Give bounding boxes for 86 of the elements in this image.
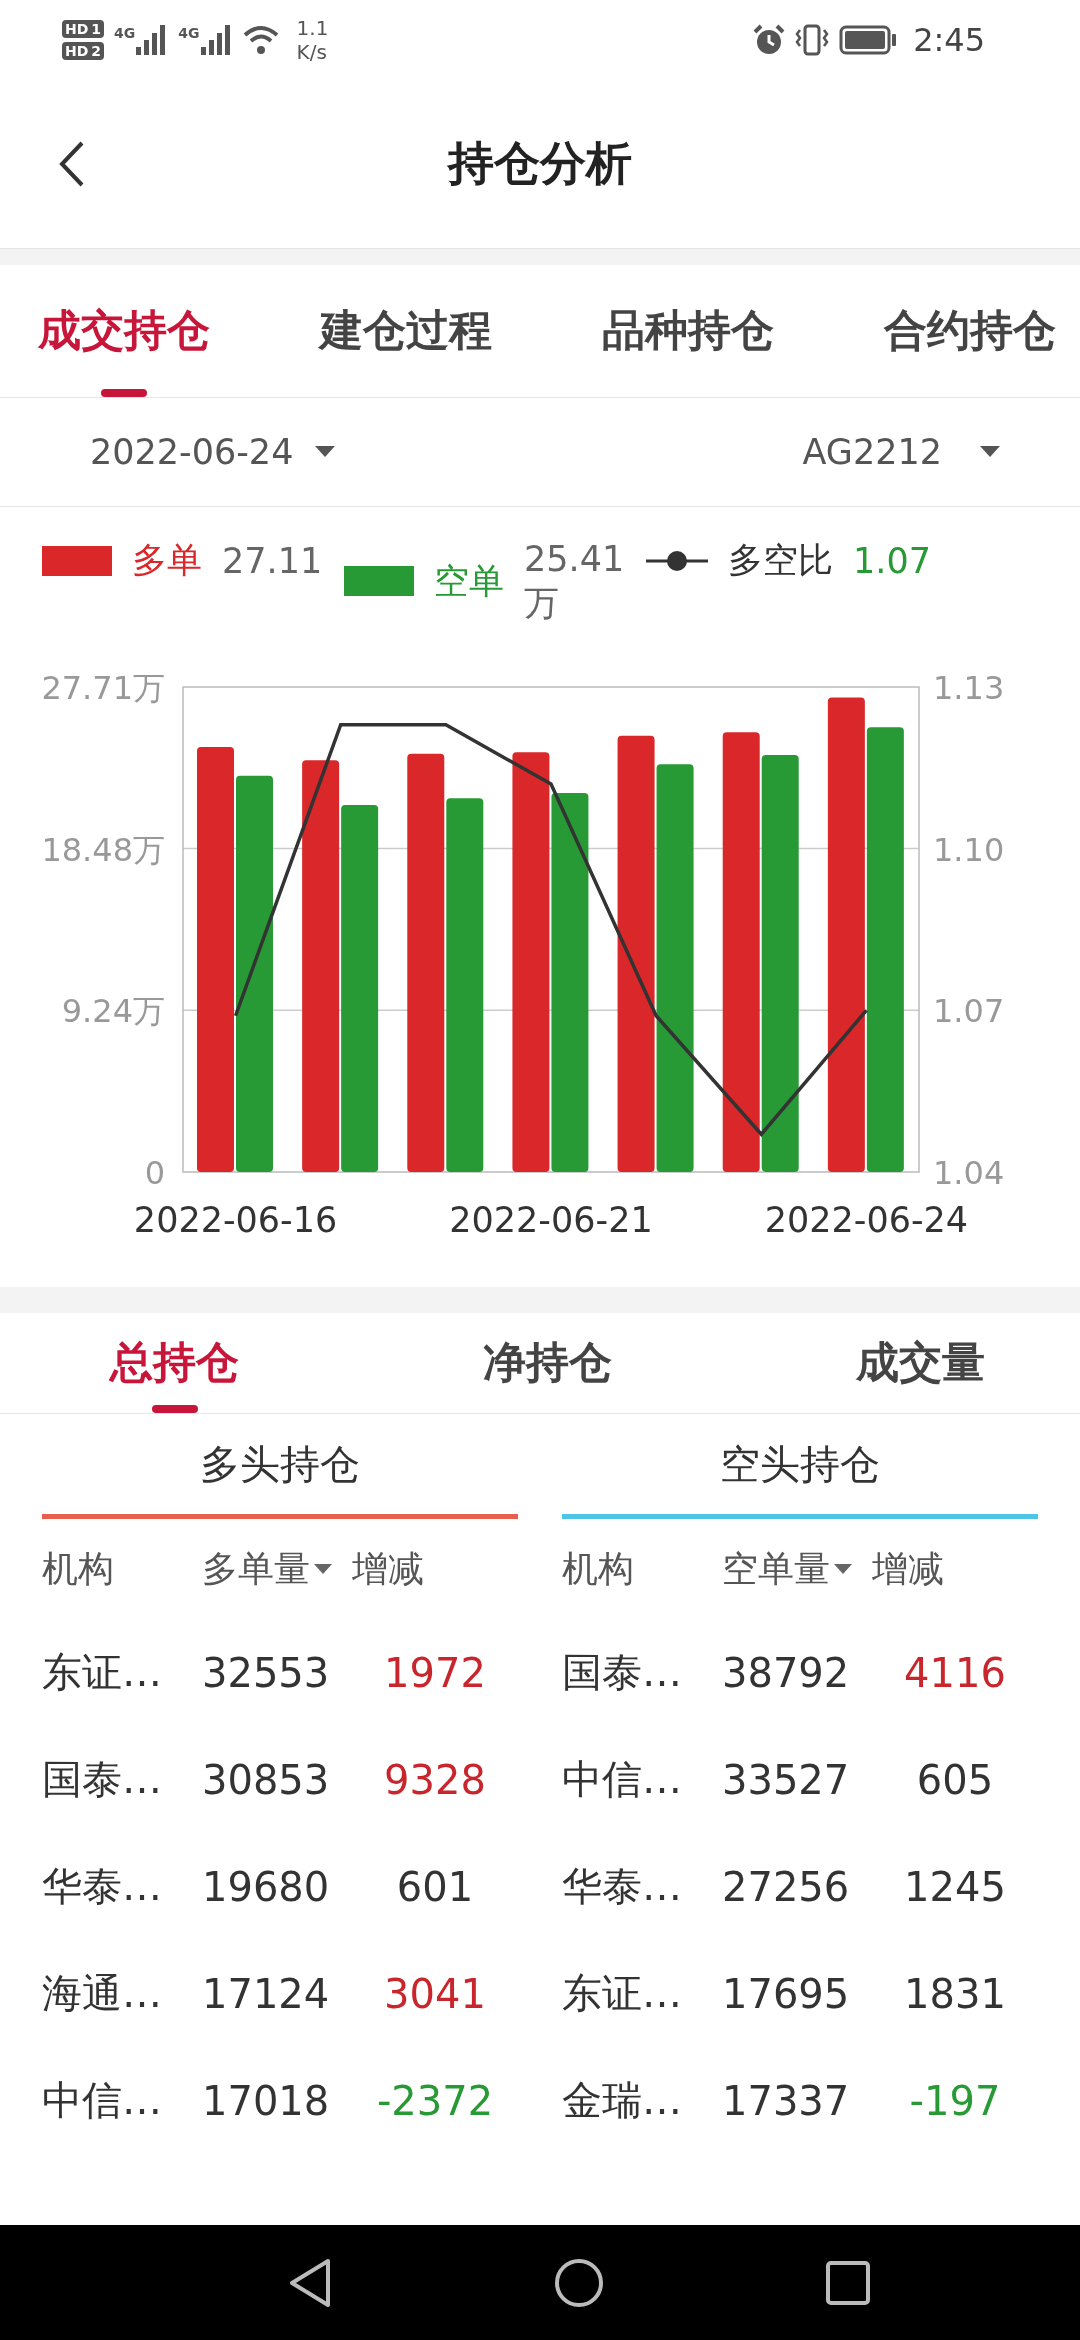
tab[interactable]: 成交量 — [856, 1313, 985, 1413]
page-title: 持仓分析 — [448, 135, 632, 192]
table-cell-text: 3041 — [383, 1970, 487, 2017]
sort-caret-icon — [314, 1563, 332, 1575]
line-marker-icon — [646, 548, 708, 573]
network-type: 4G — [178, 25, 200, 41]
wifi-icon — [242, 25, 279, 55]
table-cell-text: 中信… — [42, 2076, 163, 2125]
column-header[interactable]: 空单量 — [722, 1544, 872, 1594]
tab[interactable]: 合约持仓 — [884, 265, 1056, 397]
tab[interactable]: 净持仓 — [483, 1313, 612, 1413]
legend-value: 1.07 — [853, 539, 931, 583]
table-cell-text: 19680 — [202, 1863, 331, 1910]
network-type: 4G — [114, 25, 136, 41]
axis-label: 0 — [144, 1154, 165, 1192]
table-cell-text: 中信… — [562, 1755, 683, 1804]
table-cell-text: 30853 — [202, 1756, 331, 1803]
sim-badge: HD 2 — [62, 42, 105, 60]
axis-label: 2022-06-24 — [764, 1200, 969, 1240]
table-cell-text: 华泰… — [562, 1862, 683, 1911]
axis-label: 1.07 — [933, 992, 1005, 1031]
table-cell-text: 17018 — [202, 2077, 331, 2124]
axis-label: 2022-06-21 — [449, 1200, 653, 1240]
tab[interactable]: 品种持仓 — [602, 265, 774, 397]
table-cell-text: 1972 — [383, 1649, 487, 1696]
table-cell-text: 华泰… — [42, 1862, 163, 1911]
legend-label: 多单 — [132, 539, 202, 582]
table-cell-text: 9328 — [383, 1756, 487, 1803]
table-cell-text: 4116 — [903, 1649, 1007, 1696]
column-header: 机构 — [562, 1546, 635, 1591]
battery-icon — [839, 25, 898, 55]
axis-label: 1.04 — [933, 1154, 1005, 1192]
sim-badge: HD 1 — [62, 20, 105, 38]
sort-caret-icon — [834, 1563, 852, 1575]
back-nav-icon[interactable] — [288, 2256, 332, 2309]
back-icon[interactable] — [58, 140, 86, 188]
clock-time: 2:45 — [913, 21, 985, 59]
table-cell-text: -2372 — [375, 2077, 495, 2124]
table-cell-text: 东证… — [562, 1969, 683, 2018]
column-header[interactable]: 多单量 — [202, 1544, 352, 1594]
table-cell-text: 1831 — [903, 1970, 1007, 2017]
table-title: 多头持仓 — [199, 1440, 361, 1489]
table-cell-text: 17337 — [722, 2077, 851, 2124]
tab[interactable]: 总持仓 — [110, 1313, 239, 1413]
column-header: 增减 — [352, 1546, 425, 1591]
network-speed: 1.1 — [296, 16, 329, 40]
vibrate-icon — [795, 24, 830, 56]
home-nav-icon[interactable] — [554, 2257, 604, 2308]
contract-dropdown[interactable]: AG2212 — [802, 432, 1000, 472]
column-header: 机构 — [42, 1546, 115, 1591]
legend-label: 空单 — [434, 559, 504, 603]
legend-value: 25.41万 — [524, 538, 624, 625]
table-cell-text: 东证… — [42, 1648, 163, 1697]
tab[interactable]: 成交持仓 — [38, 265, 210, 397]
axis-label: 1.10 — [933, 830, 1005, 869]
axis-label: 1.13 — [933, 669, 1005, 707]
tab[interactable]: 建仓过程 — [320, 265, 492, 397]
alarm-icon — [753, 24, 786, 56]
signal-icon — [200, 25, 233, 55]
axis-label: 9.24万 — [61, 992, 165, 1031]
caret-icon — [315, 446, 336, 458]
table-cell-text: 金瑞… — [562, 2076, 683, 2125]
legend-value: 27.11 — [222, 539, 322, 583]
table-title: 空头持仓 — [719, 1440, 881, 1489]
table-cell-text: 38792 — [722, 1649, 851, 1696]
table-cell-text: 海通… — [42, 1969, 163, 2018]
recents-nav-icon[interactable] — [826, 2260, 870, 2305]
table-cell-text: 17695 — [722, 1970, 851, 2017]
table-cell-text: 17124 — [202, 1970, 331, 2017]
column-header: 增减 — [872, 1546, 945, 1591]
date-dropdown[interactable]: 2022-06-24 — [90, 432, 336, 472]
table-cell-text: 605 — [915, 1756, 995, 1803]
table-cell-text: 国泰… — [562, 1648, 683, 1697]
caret-icon — [980, 446, 1000, 458]
axis-label: 2022-06-16 — [133, 1200, 338, 1240]
table-cell-text: 32553 — [202, 1649, 331, 1696]
table-cell-text: 1245 — [903, 1863, 1007, 1910]
table-cell-text: 国泰… — [42, 1755, 163, 1804]
table-cell-text: 27256 — [722, 1863, 851, 1910]
axis-label: 18.48万 — [41, 830, 165, 869]
table-cell-text: 601 — [395, 1863, 475, 1910]
speed-unit: K/s — [296, 40, 328, 64]
table-cell-text: 33527 — [722, 1756, 851, 1803]
axis-label: 27.71万 — [41, 669, 165, 707]
legend-label: 多空比 — [728, 539, 833, 582]
table-cell-text: -197 — [908, 2077, 1002, 2124]
